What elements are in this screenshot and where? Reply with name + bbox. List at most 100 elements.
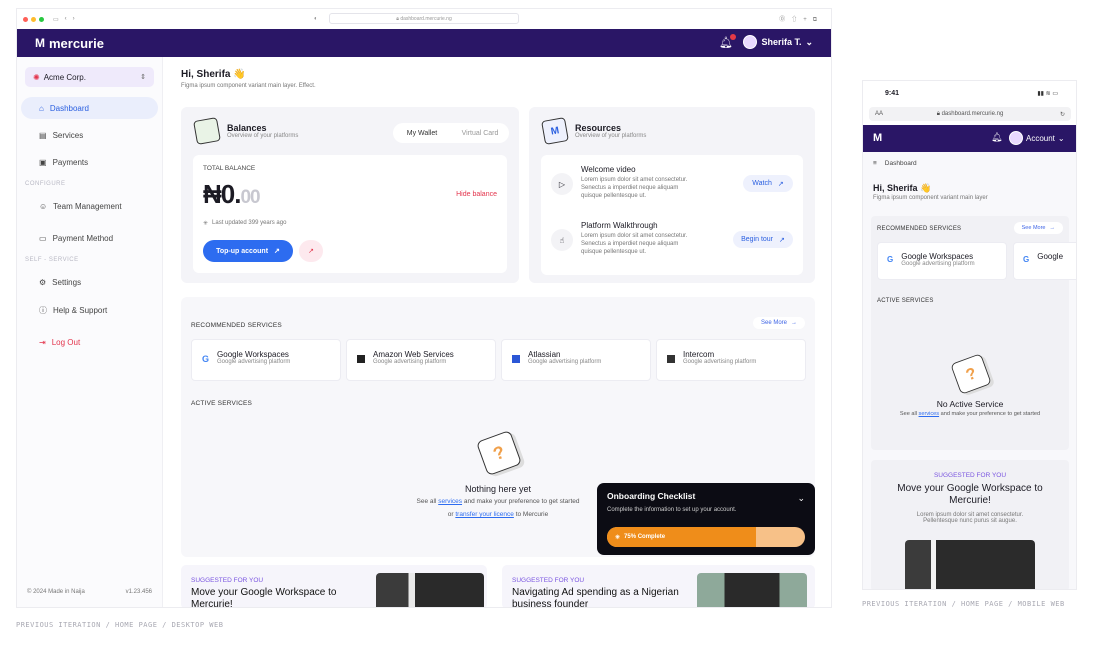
org-switcher[interactable]: ✺ Acme Corp. ⇕: [25, 67, 154, 87]
arrow-up-right-icon: ↗: [274, 248, 280, 255]
topup-button[interactable]: Top-up account ↗: [203, 240, 293, 262]
suggested-card-2[interactable]: SUGGESTED FOR YOU Navigating Ad spending …: [502, 565, 815, 608]
forward-icon[interactable]: ›: [73, 16, 75, 22]
resource-desc-line: quisque pellentesque ut.: [581, 249, 647, 256]
suggested-label: SUGGESTED FOR YOU: [512, 577, 585, 584]
notification-bell-icon[interactable]: 🔔︎: [719, 34, 736, 49]
chevron-down-icon: ⌄: [805, 36, 813, 47]
hide-balance-link[interactable]: Hide balance: [456, 191, 497, 198]
video-icon: ▷: [551, 173, 573, 195]
brand-name: mercurie: [49, 35, 104, 51]
service-card-google[interactable]: G Google Workspaces Google advertising pla…: [191, 339, 341, 381]
sidebar-item-services[interactable]: ▤ Services: [21, 124, 158, 146]
status-icons: ▮▮ ≋ ▭: [1037, 91, 1058, 97]
logout-icon: ⇥: [39, 337, 46, 347]
lock-icon: 🔒︎: [936, 110, 940, 117]
sidebar-item-dashboard[interactable]: ⌂ Dashboard: [21, 97, 158, 119]
suggested-photo: [376, 573, 484, 607]
sidebar-item-label: Help & Support: [53, 305, 108, 315]
sidebar-item-payments[interactable]: ▣ Payments: [21, 151, 158, 173]
spinner-icon: ✳︎: [615, 534, 621, 541]
logout-button[interactable]: ⇥ Log Out: [21, 331, 158, 353]
copyright: © 2024 Made in Naija: [27, 589, 85, 595]
services-link[interactable]: services: [438, 498, 462, 505]
google-icon: G: [887, 255, 894, 264]
resource-title: Welcome video: [581, 165, 636, 174]
withdraw-button[interactable]: ↗: [299, 240, 323, 262]
mobile-content: ≡ Dashboard Hi, Sherifa 👋 Figma ipsum com…: [863, 152, 1076, 589]
see-more-button[interactable]: See More →: [752, 317, 805, 329]
last-updated-text: Last updated 399 years ago: [212, 220, 287, 226]
resources-icon: M: [541, 117, 569, 145]
service-card-aws[interactable]: Amazon Web Services Google advertising pl…: [346, 339, 496, 381]
sidebar-item-payment-method[interactable]: ▭ Payment Method: [21, 227, 158, 249]
service-card-google-2[interactable]: G Google: [1013, 242, 1076, 280]
question-box-icon: ?: [475, 429, 523, 477]
version: v1.23.456: [125, 589, 152, 595]
suggested-title: Move your Google Workspace to Mercurie!: [897, 483, 1043, 506]
wallet-tabs: My Wallet Virtual Card: [393, 123, 509, 143]
transfer-licence-link[interactable]: transfer your licence: [455, 511, 514, 518]
suggested-title: Navigating Ad spending as a Nigerian bus…: [512, 587, 679, 608]
resource-desc-line: Senectus a imperdiet neque aliquam: [581, 241, 679, 248]
tab-my-wallet[interactable]: My Wallet: [393, 123, 451, 143]
service-card-atlassian[interactable]: Atlassian Google advertising platform: [501, 339, 651, 381]
resources-card: M Resources Overview of your platforms ▷ …: [529, 107, 815, 283]
sidebar-item-settings[interactable]: ⚙︎ Settings: [21, 271, 158, 293]
sidebar-item-team[interactable]: ☺ Team Management: [21, 195, 158, 217]
org-icon: ✺: [33, 72, 40, 82]
begin-tour-button[interactable]: Begin tour ↗: [733, 231, 793, 248]
back-icon[interactable]: ‹: [65, 16, 67, 22]
resources-list: ▷ Welcome video Lorem ipsum dolor sit ame…: [541, 155, 803, 275]
chevron-down-icon: ⌄: [1057, 133, 1065, 143]
balances-title: Balances: [227, 123, 267, 133]
menu-icon[interactable]: ≡: [873, 160, 877, 167]
question-box-icon: ?: [950, 353, 992, 395]
maximize-dot[interactable]: [39, 16, 44, 22]
mobile-suggested-card[interactable]: SUGGESTED FOR YOU Move your Google Works…: [871, 460, 1069, 589]
address-bar[interactable]: 🔒︎ dashboard.mercurie.ng: [329, 13, 519, 24]
page-subtitle: Figma ipsum component variant main layer…: [181, 83, 316, 89]
suggested-card-1[interactable]: SUGGESTED FOR YOU Move your Google Worksp…: [181, 565, 487, 607]
intercom-icon: [667, 355, 675, 363]
close-dot[interactable]: [23, 16, 28, 22]
wallet-icon: [193, 117, 221, 145]
user-menu[interactable]: Sherifa T. ⌄: [743, 35, 813, 49]
service-desc: Google advertising platform: [217, 359, 291, 365]
service-card-google[interactable]: G Google Workspaces Google advertising pla…: [877, 242, 1007, 280]
account-menu[interactable]: Account ⌄: [1009, 131, 1065, 145]
empty-text: See all: [416, 498, 439, 505]
reload-icon[interactable]: ↻: [1060, 111, 1065, 118]
sidebar-item-help[interactable]: ⓘ Help & Support: [21, 299, 158, 321]
empty-state-text: See all services and make your preferenc…: [871, 411, 1069, 417]
services-icon: ▤: [39, 130, 47, 140]
arrow-up-right-icon: ↗: [779, 236, 785, 244]
app-header: Mmercurie 🔔︎ Sherifa T. ⌄: [17, 29, 831, 57]
sidebar-toggle-icon[interactable]: ▭: [53, 16, 59, 23]
chevron-updown-icon: ⇕: [140, 74, 146, 81]
status-time: 9:41: [885, 90, 900, 97]
sidebar-footer: © 2024 Made in Naija v1.23.456: [27, 589, 152, 595]
onboarding-checklist[interactable]: Onboarding Checklist Complete the inform…: [597, 483, 815, 555]
resource-desc-line: Senectus a imperdiet neque aliquam: [581, 185, 679, 192]
watch-button[interactable]: Watch ↗: [743, 175, 793, 192]
desktop-frame: ▭ ‹ › 🔒︎ dashboard.mercurie.ng ◐ ⓪⇧+⧉ Mm…: [16, 8, 832, 608]
service-card-intercom[interactable]: Intercom Google advertising platform: [656, 339, 806, 381]
minimize-dot[interactable]: [31, 16, 36, 22]
logo-mark-icon[interactable]: M: [873, 132, 882, 144]
aws-icon: [357, 355, 365, 363]
begin-tour-label: Begin tour: [741, 236, 774, 243]
logo[interactable]: Mmercurie: [35, 36, 104, 51]
chevron-down-icon[interactable]: ⌄: [797, 493, 805, 504]
arrow-right-icon: →: [1049, 225, 1056, 231]
browser-chrome: ▭ ‹ › 🔒︎ dashboard.mercurie.ng ◐ ⓪⇧+⧉: [17, 9, 831, 29]
resource-title: Platform Walkthrough: [581, 221, 658, 230]
mobile-greeting: Hi, Sherifa 👋: [873, 183, 932, 193]
mobile-address-bar[interactable]: AA 🔒︎ dashboard.mercurie.ng ↻: [869, 107, 1071, 121]
browser-actions[interactable]: ⓪⇧+⧉: [779, 14, 823, 24]
aa-button[interactable]: AA: [875, 111, 883, 117]
services-link[interactable]: services: [919, 411, 940, 417]
tab-virtual-card[interactable]: Virtual Card: [451, 123, 509, 143]
see-more-button[interactable]: See More →: [1013, 222, 1063, 234]
notification-bell-icon[interactable]: 🔔︎: [991, 132, 1002, 143]
